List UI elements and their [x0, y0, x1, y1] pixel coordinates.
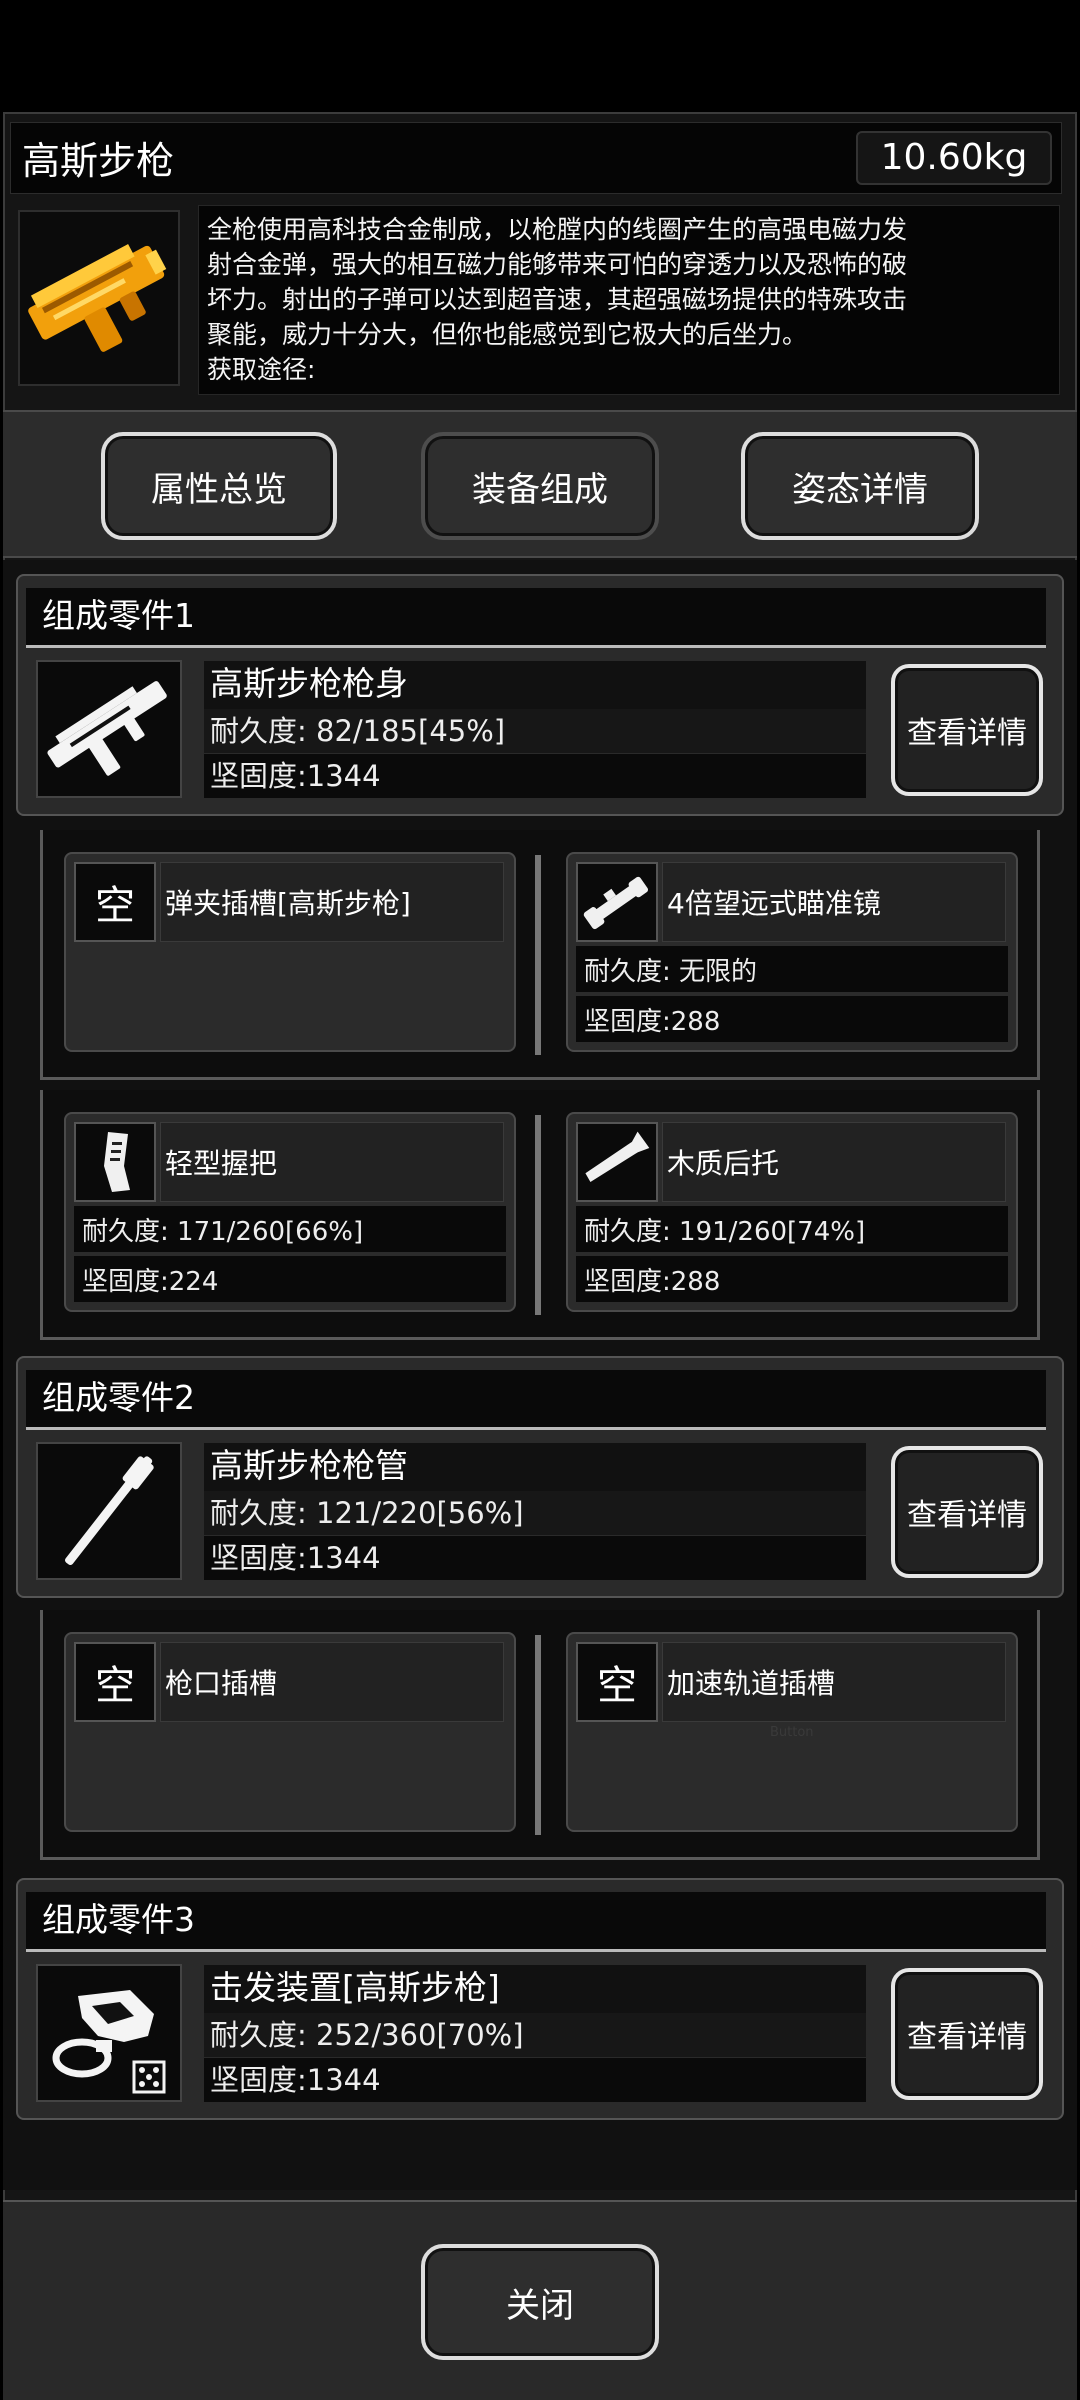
slot-name: 木质后托: [662, 1122, 1006, 1202]
weapon-title: 高斯步枪: [22, 139, 175, 183]
description-line: 聚能，威力十分大，但你也能感觉到它极大的后坐力。: [207, 320, 808, 349]
golden-gauss-rifle-icon: [28, 244, 167, 352]
grip-icon: [104, 1132, 130, 1192]
part-durability: 耐久度: 121/220[56%]: [204, 1491, 866, 1535]
barrel-icon: [65, 1456, 154, 1566]
slot-durability: 耐久度: 171/260[66%]: [74, 1206, 506, 1252]
component-3-title: 组成零件3: [26, 1892, 1046, 1952]
slot-durability: 耐久度: 无限的: [576, 946, 1008, 992]
part-durability: 耐久度: 252/360[70%]: [204, 2013, 866, 2057]
slot-divider: [535, 1115, 541, 1315]
description-line: 射合金弹，强大的相互磁力能够带来可怕的穿透力以及恐怖的破: [207, 250, 908, 279]
slot-hardness: 坚固度:224: [74, 1256, 506, 1302]
view-details-button[interactable]: 查看详情: [891, 664, 1043, 796]
close-button[interactable]: 关闭: [421, 2244, 659, 2360]
slot-divider: [535, 855, 541, 1055]
part-icon-frame: [36, 660, 182, 798]
part-durability: 耐久度: 82/185[45%]: [204, 709, 866, 753]
weapon-icon-frame: [18, 210, 180, 386]
part-icon-frame: [36, 1442, 182, 1580]
component-2-title: 组成零件2: [26, 1370, 1046, 1430]
part-name: 高斯步枪枪管: [204, 1443, 866, 1491]
slot-name: 4倍望远式瞄准镜: [662, 862, 1006, 942]
slot-divider: [535, 1635, 541, 1835]
slot-hardness: 坚固度:288: [576, 1256, 1008, 1302]
empty-slot-icon: 空: [74, 862, 156, 942]
slot-name: 枪口插槽: [160, 1642, 504, 1722]
scope-icon: [583, 876, 649, 930]
part-hardness: 坚固度:1344: [204, 1536, 866, 1580]
weapon-description: 全枪使用高科技合金制成，以枪膛内的线圈产生的高强电磁力发 射合金弹，强大的相互磁…: [198, 205, 1060, 395]
component-1-title: 组成零件1: [26, 588, 1046, 648]
slot-name: 轻型握把: [160, 1122, 504, 1202]
button-ghost-label: Button: [770, 1725, 814, 1740]
part-hardness: 坚固度:1344: [204, 754, 866, 798]
slot-name: 加速轨道插槽: [662, 1642, 1006, 1722]
description-line: 全枪使用高科技合金制成，以枪膛内的线圈产生的高强电磁力发: [207, 215, 908, 244]
empty-slot-icon: 空: [74, 1642, 156, 1722]
part-hardness: 坚固度:1344: [204, 2058, 866, 2102]
slot-item-icon-frame: [74, 1122, 156, 1202]
slot-hardness: 坚固度:288: [576, 996, 1008, 1042]
tab-attribute-overview[interactable]: 属性总览: [101, 432, 337, 540]
firing-mechanism-icon: [52, 1990, 166, 2094]
slot-item-icon-frame: [576, 1122, 658, 1202]
tab-equipment-composition[interactable]: 装备组成: [421, 432, 659, 540]
part-icon-frame: [36, 1964, 182, 2102]
acquire-path-label: 获取途径:: [207, 355, 316, 384]
empty-slot-icon: 空: [576, 1642, 658, 1722]
view-details-button[interactable]: 查看详情: [891, 1968, 1043, 2100]
slot-item-icon-frame: [576, 862, 658, 942]
weight-badge: 10.60kg: [856, 131, 1052, 185]
slot-name: 弹夹插槽[高斯步枪]: [160, 862, 504, 942]
view-details-button[interactable]: 查看详情: [891, 1446, 1043, 1578]
rifle-body-icon: [47, 681, 167, 776]
description-line: 坏力。射出的子弹可以达到超音速，其超强磁场提供的特殊攻击: [207, 285, 908, 314]
stock-icon: [585, 1131, 650, 1182]
part-name: 击发装置[高斯步枪]: [204, 1965, 866, 2013]
tab-stance-details[interactable]: 姿态详情: [741, 432, 979, 540]
part-name: 高斯步枪枪身: [204, 661, 866, 709]
slot-durability: 耐久度: 191/260[74%]: [576, 1206, 1008, 1252]
